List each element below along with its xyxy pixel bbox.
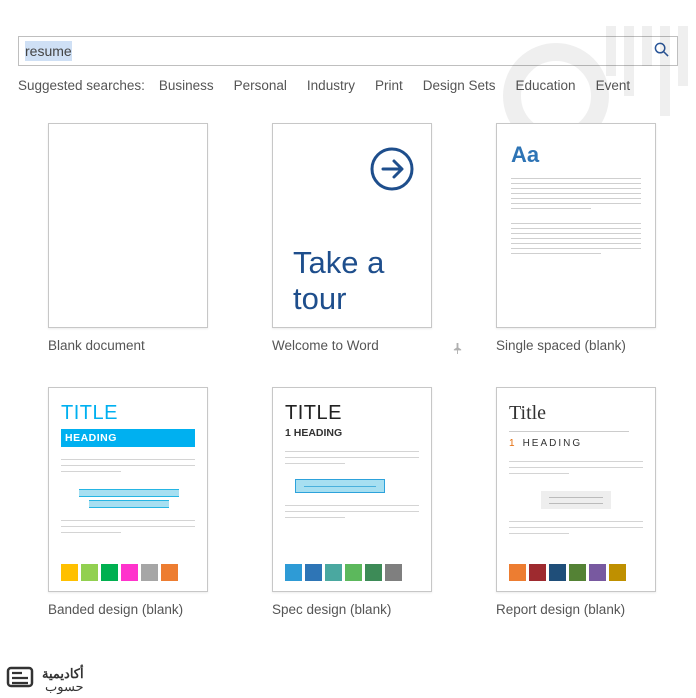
doc-heading: 1 HEADING	[285, 427, 419, 439]
search-button[interactable]	[645, 37, 677, 65]
highlight-line	[79, 489, 179, 497]
template-gallery: Blank document Take a tour Welcome to Wo…	[48, 123, 696, 592]
para-lines	[509, 521, 643, 539]
color-swatches	[285, 564, 419, 581]
search-input[interactable]: resume	[19, 43, 645, 59]
arrow-right-icon	[369, 146, 415, 197]
highlight-block	[295, 479, 385, 493]
footer-text-bottom: حسوب	[42, 680, 84, 693]
doc-title: TITLE	[285, 402, 419, 425]
template-thumb: Aa	[496, 123, 656, 328]
template-thumb	[48, 123, 208, 328]
hsoub-icon	[6, 665, 36, 694]
template-thumb: Title 1HEADING	[496, 387, 656, 592]
template-label: Report design (blank)	[496, 602, 686, 617]
suggested-link-industry[interactable]: Industry	[307, 78, 355, 93]
template-banded-design[interactable]: TITLE HEADING Banded design (blank)	[48, 387, 238, 592]
color-swatches	[61, 564, 195, 581]
template-spec-design[interactable]: TITLE 1 HEADING Spec design (blank)	[272, 387, 462, 592]
doc-title: Title	[509, 402, 643, 425]
template-label: Spec design (blank)	[272, 602, 462, 617]
template-label: Blank document	[48, 338, 238, 353]
highlight-block	[541, 491, 611, 509]
suggested-searches: Suggested searches: Business Personal In…	[18, 78, 678, 93]
pin-icon[interactable]	[452, 343, 463, 357]
suggested-label: Suggested searches:	[18, 78, 145, 93]
para-lines	[285, 505, 419, 523]
template-label: Welcome to Word	[272, 338, 462, 353]
template-thumb: TITLE HEADING	[48, 387, 208, 592]
para-lines	[509, 461, 643, 479]
para-lines	[285, 451, 419, 469]
suggested-link-print[interactable]: Print	[375, 78, 403, 93]
tour-text: Take a tour	[293, 245, 421, 316]
suggested-link-business[interactable]: Business	[159, 78, 214, 93]
para-lines	[61, 459, 195, 477]
search-icon	[654, 42, 669, 60]
doc-heading: 1HEADING	[509, 438, 643, 449]
divider	[509, 431, 629, 432]
template-blank-document[interactable]: Blank document	[48, 123, 238, 353]
template-thumb: TITLE 1 HEADING	[272, 387, 432, 592]
doc-heading: HEADING	[61, 429, 195, 447]
suggested-link-design-sets[interactable]: Design Sets	[423, 78, 496, 93]
aa-sample: Aa	[511, 142, 641, 168]
para-lines	[61, 520, 195, 538]
template-welcome-to-word[interactable]: Take a tour Welcome to Word	[272, 123, 462, 353]
text-lines	[511, 178, 641, 254]
suggested-link-event[interactable]: Event	[596, 78, 631, 93]
template-thumb: Take a tour	[272, 123, 432, 328]
template-single-spaced[interactable]: Aa Single spaced (blank)	[496, 123, 686, 353]
template-label: Single spaced (blank)	[496, 338, 686, 353]
suggested-link-education[interactable]: Education	[516, 78, 576, 93]
doc-title: TITLE	[61, 402, 195, 425]
footer-logo: أكاديمية حسوب	[6, 665, 84, 694]
footer-text-top: أكاديمية	[42, 667, 84, 680]
template-report-design[interactable]: Title 1HEADING Report design (blank)	[496, 387, 686, 592]
search-bar: resume	[18, 36, 678, 66]
template-label: Banded design (blank)	[48, 602, 238, 617]
color-swatches	[509, 564, 643, 581]
suggested-link-personal[interactable]: Personal	[234, 78, 287, 93]
highlight-line	[89, 500, 169, 508]
